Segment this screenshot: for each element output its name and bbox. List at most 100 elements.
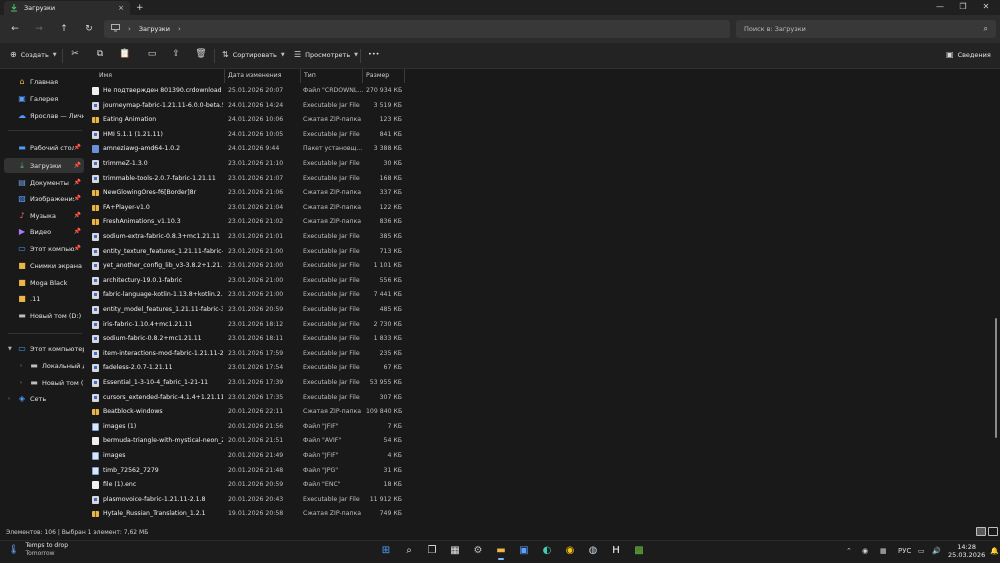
chevron-right-icon[interactable]: › (128, 25, 131, 33)
pin-icon[interactable]: 📌 (74, 179, 81, 186)
sidebar-item[interactable]: ▣ Галерея (4, 91, 84, 106)
refresh-button[interactable]: ↻ (82, 22, 96, 36)
file-row[interactable]: HMI 5.1.1 (1.21.11) 24.01.2026 10:05 Execu… (86, 128, 406, 143)
settings-icon[interactable]: ⚙ (471, 544, 485, 558)
file-row[interactable]: Hytale_Russian_Translation_1.2.1 19.01.20… (86, 507, 406, 522)
column-divider[interactable] (300, 69, 301, 83)
file-row[interactable]: images 20.01.2026 21:49 Файл "JFIF" 4 КБ (86, 449, 406, 464)
tree-item[interactable]: › ▬ Локальный диск (4, 358, 84, 373)
sidebar-item[interactable]: ■ Снимки экрана (4, 258, 84, 273)
file-row[interactable]: entity_texture_features_1.21.11-fabric-7… (86, 245, 406, 260)
view-button[interactable]: ☰ Просмотреть ▼ (294, 50, 358, 59)
file-row[interactable]: iris-fabric-1.10.4+mc1.21.11 23.01.2026 1… (86, 318, 406, 333)
up-button[interactable]: ↑ (57, 22, 71, 36)
cut-icon[interactable]: ✂ (68, 49, 82, 59)
rename-icon[interactable]: ▭ (145, 49, 159, 59)
notification-bell-icon[interactable]: 🔔 (990, 547, 999, 555)
forward-button[interactable]: → (32, 22, 46, 36)
column-divider[interactable] (224, 69, 225, 83)
delete-icon[interactable]: 🗑 (194, 49, 208, 59)
column-divider[interactable] (404, 69, 405, 83)
file-row[interactable]: architectury-19.0.1-fabric 23.01.2026 21:… (86, 274, 406, 289)
sidebar-item[interactable]: ■ .11 (4, 291, 84, 306)
chevron-right-icon[interactable]: › (20, 380, 22, 386)
file-row[interactable]: bermuda-triangle-with-mystical-neon_2...… (86, 434, 406, 449)
back-button[interactable]: ← (8, 22, 22, 36)
minimize-button[interactable]: — (930, 2, 950, 11)
file-row[interactable]: yet_another_config_lib_v3-3.8.2+1.21.11-… (86, 259, 406, 274)
chevron-right-icon[interactable]: › (20, 363, 22, 369)
sidebar-item[interactable]: ⌂ Главная (4, 74, 84, 89)
tree-item[interactable]: ▼ ▭ Этот компьютер (4, 341, 84, 356)
file-row[interactable]: Essential_1-3-10-4_fabric_1-21-11 23.01.2… (86, 376, 406, 391)
column-date[interactable]: Дата изменения (228, 72, 281, 79)
file-row[interactable]: sodium-extra-fabric-0.8.3+mc1.21.11 23.01… (86, 230, 406, 245)
sidebar-item[interactable]: ☁ Ярослав — Личное (4, 108, 84, 123)
tab-downloads[interactable]: Загрузки × (4, 1, 130, 15)
app-h-icon[interactable]: H (609, 544, 623, 558)
file-row[interactable]: item-interactions-mod-fabric-1.21.11-2.2… (86, 347, 406, 362)
tree-item[interactable]: › ◈ Сеть (4, 391, 84, 406)
file-row[interactable]: Eating Animation 24.01.2026 10:06 Сжатая Z… (86, 113, 406, 128)
pin-icon[interactable]: 📌 (74, 228, 81, 235)
windows-start-icon[interactable]: ⊞ (379, 544, 393, 558)
chevron-down-icon[interactable]: ▼ (8, 346, 12, 352)
new-tab-button[interactable]: + (136, 3, 144, 13)
file-row[interactable]: trimmeZ-1.3.0 23.01.2026 21:10 Executable … (86, 157, 406, 172)
tray-app-icon[interactable]: ▦ (880, 547, 887, 555)
vertical-scrollbar[interactable] (995, 318, 997, 438)
file-row[interactable]: entity_model_features_1.21.11-fabric-3.0… (86, 303, 406, 318)
chevron-right-icon[interactable]: › (8, 396, 10, 402)
sidebar-item[interactable]: ▤ Документы 📌 (4, 175, 84, 190)
sidebar-item[interactable]: ▶ Видео 📌 (4, 224, 84, 239)
sidebar-item[interactable]: ▭ Этот компьютер📌 (4, 241, 84, 256)
clock[interactable]: 14:28 25.03.2026 (948, 543, 985, 559)
file-row[interactable]: fadeless-2.0.7-1.21.11 23.01.2026 17:54 Ex… (86, 361, 406, 376)
chevron-up-icon[interactable]: ⌃ (846, 547, 852, 555)
chrome-icon[interactable]: ◉ (563, 544, 577, 558)
file-row[interactable]: Beatblock-windows 20.01.2026 22:11 Сжатая … (86, 405, 406, 420)
network-icon[interactable]: ▭ (918, 547, 925, 555)
sidebar-item[interactable]: ▬ Рабочий стол 📌 (4, 140, 84, 155)
copy-icon[interactable]: ⧉ (93, 49, 107, 59)
close-window-button[interactable]: ✕ (976, 2, 996, 11)
pin-icon[interactable]: 📌 (74, 162, 81, 169)
task-view-icon[interactable]: ❐ (425, 544, 439, 558)
steam-icon[interactable]: ◍ (586, 544, 600, 558)
share-icon[interactable]: ⇪ (169, 49, 183, 59)
column-type[interactable]: Тип (304, 72, 316, 79)
search-icon[interactable]: ⌕ (402, 544, 416, 558)
sidebar-item[interactable]: ■ Moga Black (4, 275, 84, 290)
details-view-button[interactable] (976, 527, 986, 536)
file-row[interactable]: trimmable-tools-2.0.7-fabric-1.21.11 23.0… (86, 172, 406, 187)
file-row[interactable]: FreshAnimations_v1.10.3 23.01.2026 21:02 С… (86, 215, 406, 230)
search-box[interactable]: Поиск в: Загрузки ⌕ (736, 20, 996, 38)
file-row[interactable]: plasmovoice-fabric-1.21.11-2.1.8 20.01.20… (86, 493, 406, 508)
file-row[interactable]: Не подтвержден 801390.crdownload 25.01.20… (86, 84, 406, 99)
chevron-right-icon[interactable]: › (178, 25, 181, 33)
file-row[interactable]: sodium-fabric-0.8.2+mc1.21.11 23.01.2026 … (86, 332, 406, 347)
paste-icon[interactable]: 📋 (118, 49, 132, 59)
widgets-icon[interactable]: ▦ (448, 544, 462, 558)
minecraft-icon[interactable]: ▩ (632, 544, 646, 558)
edge-icon[interactable]: ◐ (540, 544, 554, 558)
pin-icon[interactable]: 📌 (74, 212, 81, 219)
column-divider[interactable] (362, 69, 363, 83)
file-row[interactable]: images (1) 20.01.2026 21:56 Файл "JFIF" 7 К… (86, 420, 406, 435)
file-row[interactable]: cursors_extended-fabric-4.1.4+1.21.11-p.… (86, 391, 406, 406)
tray-app-icon[interactable]: ◉ (862, 547, 868, 555)
details-pane-button[interactable]: ▣ Сведения (946, 50, 991, 59)
column-name[interactable]: Имя (99, 72, 112, 79)
pin-icon[interactable]: 📌 (74, 144, 81, 151)
address-bar[interactable]: › Загрузки › (104, 20, 730, 38)
file-explorer-icon[interactable]: ▬ (494, 544, 508, 560)
file-row[interactable]: journeymap-fabric-1.21.11-6.0.0-beta.55 2… (86, 99, 406, 114)
file-row[interactable]: fabric-language-kotlin-1.13.8+kotlin.2.3… (86, 288, 406, 303)
pin-icon[interactable]: 📌 (74, 195, 81, 202)
sort-button[interactable]: ⇅ Сортировать ▼ (222, 50, 285, 59)
sidebar-item[interactable]: ▧ Изображения 📌 (4, 191, 84, 206)
tab-close-button[interactable]: × (118, 4, 124, 12)
maximize-button[interactable]: ❐ (953, 2, 973, 11)
store-icon[interactable]: ▣ (517, 544, 531, 558)
file-row[interactable]: file (1).enc 20.01.2026 20:59 Файл "ENC" 18… (86, 478, 406, 493)
